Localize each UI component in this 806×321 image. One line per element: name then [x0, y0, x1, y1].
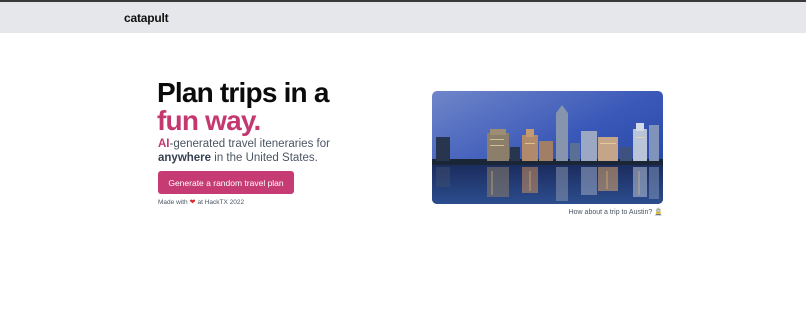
heart-icon: ❤	[189, 199, 196, 206]
top-navbar: catapult	[0, 0, 806, 33]
image-caption: How about a trip to Austin? 🚊	[432, 208, 663, 217]
made-with-suffix: at HackTX 2022	[197, 198, 245, 206]
subtitle-anywhere: anywhere	[158, 152, 212, 164]
caption-text: How about a trip to Austin?	[568, 208, 653, 216]
hero-subtitle: AI-generated travel iteneraries for anyw…	[158, 137, 358, 165]
made-with-prefix: Made with	[158, 198, 188, 206]
subtitle-part1: -generated travel iteneraries for	[169, 138, 330, 150]
austin-skyline-image	[432, 91, 663, 204]
subtitle-ai: AI	[158, 138, 170, 150]
brand-logo[interactable]: catapult	[124, 11, 169, 25]
hero-title: Plan trips in a fun way.	[157, 79, 329, 135]
subtitle-part2: in the United States.	[211, 152, 318, 164]
hero-title-line2: fun way.	[157, 105, 261, 136]
made-with-note: Made with ❤ at HackTX 2022	[158, 198, 245, 207]
train-icon: 🚊	[654, 209, 663, 216]
generate-plan-button[interactable]: Generate a random travel plan	[158, 171, 294, 194]
hero-title-line1: Plan trips in a	[157, 77, 329, 108]
